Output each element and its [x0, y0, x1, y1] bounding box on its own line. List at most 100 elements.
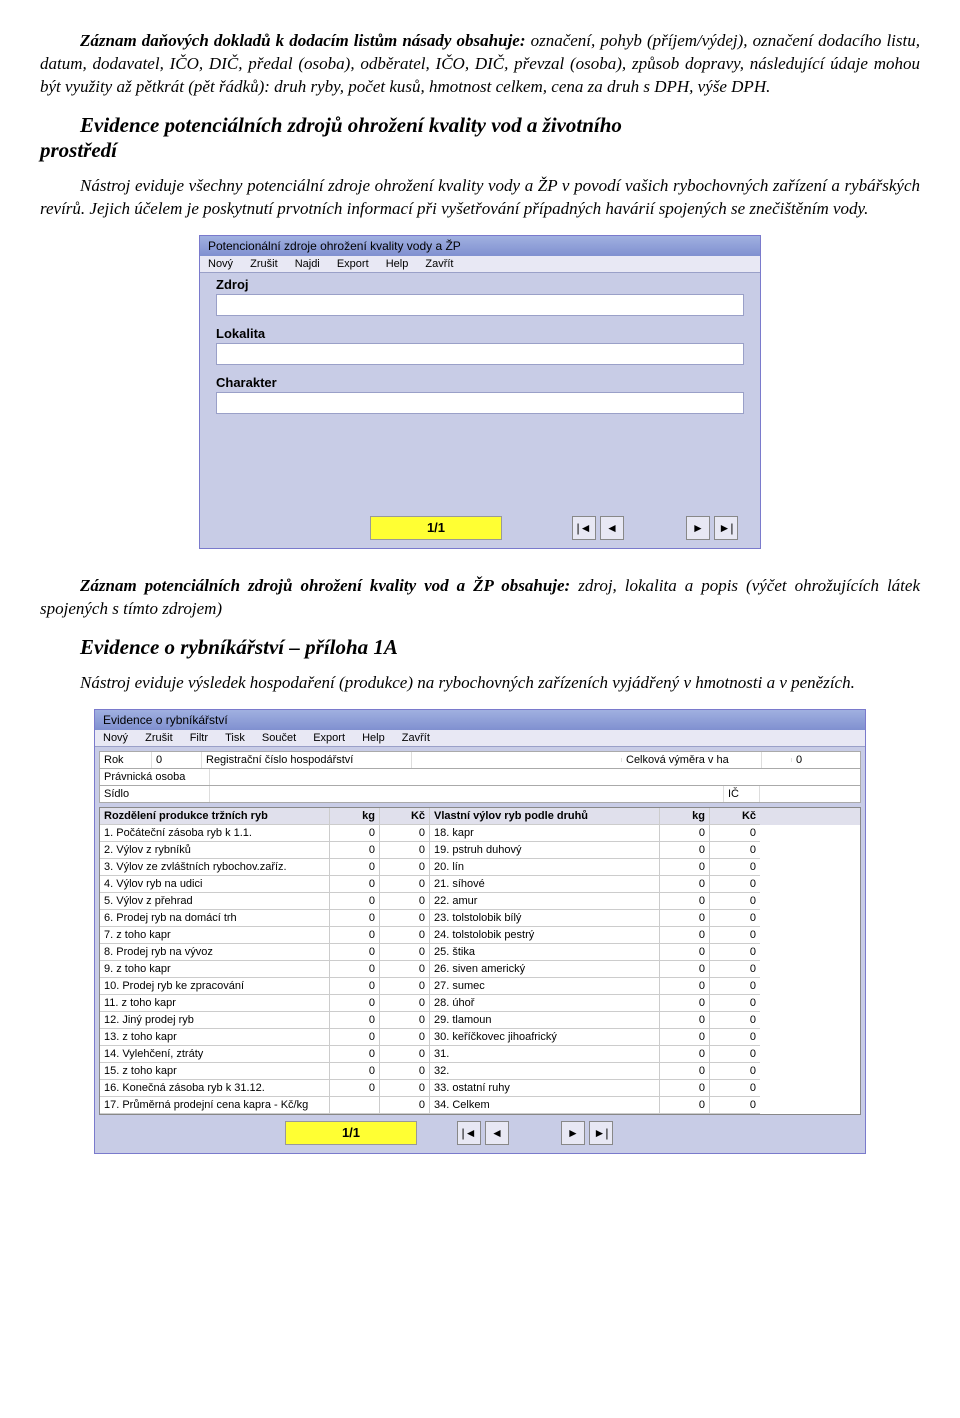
- cell-lkg[interactable]: 0: [330, 859, 380, 876]
- cell-lkc[interactable]: 0: [380, 1063, 430, 1080]
- cell-rkg[interactable]: 0: [660, 978, 710, 995]
- cell-rkc[interactable]: 0: [710, 1012, 760, 1029]
- nav2-next-icon[interactable]: ►: [561, 1121, 585, 1145]
- input-charakter[interactable]: [216, 392, 744, 414]
- cell-rkg[interactable]: 0: [660, 944, 710, 961]
- cell-rkc[interactable]: 0: [710, 1063, 760, 1080]
- nav2-first-icon[interactable]: |◄: [457, 1121, 481, 1145]
- menu2-soucet[interactable]: Součet: [258, 732, 306, 744]
- nav-prev-icon[interactable]: ◄: [600, 516, 624, 540]
- cell-rkc[interactable]: 0: [710, 910, 760, 927]
- cell-lkg[interactable]: 0: [330, 1046, 380, 1063]
- menu-help[interactable]: Help: [382, 258, 419, 270]
- cell-rkc[interactable]: 0: [710, 995, 760, 1012]
- menu-novy[interactable]: Nový: [204, 258, 243, 270]
- val-pravnicka[interactable]: [210, 769, 860, 785]
- nav-last-icon[interactable]: ►|: [714, 516, 738, 540]
- cell-rkc[interactable]: 0: [710, 1080, 760, 1097]
- cell-lkc[interactable]: 0: [380, 961, 430, 978]
- cell-rkc[interactable]: 0: [710, 944, 760, 961]
- nav2-last-icon[interactable]: ►|: [589, 1121, 613, 1145]
- cell-rkg[interactable]: 0: [660, 1080, 710, 1097]
- cell-lkg[interactable]: 0: [330, 927, 380, 944]
- cell-lkg[interactable]: 0: [330, 825, 380, 842]
- cell-rkc[interactable]: 0: [710, 893, 760, 910]
- cell-lkg[interactable]: 0: [330, 978, 380, 995]
- cell-rkg[interactable]: 0: [660, 1046, 710, 1063]
- menu-export[interactable]: Export: [333, 258, 379, 270]
- input-zdroj[interactable]: [216, 294, 744, 316]
- cell-rkc[interactable]: 0: [710, 927, 760, 944]
- cell-rkg[interactable]: 0: [660, 1012, 710, 1029]
- val-sidlo[interactable]: [210, 786, 724, 802]
- menu2-novy[interactable]: Nový: [99, 732, 138, 744]
- menu-najdi[interactable]: Najdi: [291, 258, 330, 270]
- val-vymera[interactable]: 0: [792, 752, 870, 768]
- cell-rkc[interactable]: 0: [710, 961, 760, 978]
- label-charakter: Charakter: [200, 371, 760, 390]
- cell-rkc[interactable]: 0: [710, 1029, 760, 1046]
- cell-rkg[interactable]: 0: [660, 995, 710, 1012]
- cell-lkc[interactable]: 0: [380, 1012, 430, 1029]
- cell-rkg[interactable]: 0: [660, 876, 710, 893]
- val-ic[interactable]: [760, 786, 860, 802]
- cell-rkg[interactable]: 0: [660, 910, 710, 927]
- cell-lkc[interactable]: 0: [380, 825, 430, 842]
- cell-lkg[interactable]: 0: [330, 944, 380, 961]
- cell-lkc[interactable]: 0: [380, 1046, 430, 1063]
- cell-lkc[interactable]: 0: [380, 859, 430, 876]
- menu-zavrit[interactable]: Zavřít: [421, 258, 463, 270]
- cell-lkg[interactable]: 0: [330, 1063, 380, 1080]
- cell-rkg[interactable]: 0: [660, 842, 710, 859]
- cell-lkc[interactable]: 0: [380, 1097, 430, 1114]
- cell-lkc[interactable]: 0: [380, 910, 430, 927]
- cell-lkg[interactable]: 0: [330, 1012, 380, 1029]
- nav-next-icon[interactable]: ►: [686, 516, 710, 540]
- cell-lkc[interactable]: 0: [380, 1080, 430, 1097]
- cell-lkg[interactable]: 0: [330, 842, 380, 859]
- cell-rkg[interactable]: 0: [660, 927, 710, 944]
- val-rok[interactable]: 0: [152, 752, 202, 768]
- cell-rkg[interactable]: 0: [660, 825, 710, 842]
- menu2-export[interactable]: Export: [309, 732, 355, 744]
- cell-lkc[interactable]: 0: [380, 978, 430, 995]
- cell-lkc[interactable]: 0: [380, 876, 430, 893]
- menu2-zrusit[interactable]: Zrušit: [141, 732, 183, 744]
- cell-lkg[interactable]: 0: [330, 893, 380, 910]
- menu-zrusit[interactable]: Zrušit: [246, 258, 288, 270]
- cell-lkg[interactable]: 0: [330, 961, 380, 978]
- cell-lkg[interactable]: 0: [330, 1080, 380, 1097]
- cell-lkg[interactable]: [330, 1097, 380, 1114]
- menu2-filtr[interactable]: Filtr: [186, 732, 218, 744]
- cell-rkg[interactable]: 0: [660, 859, 710, 876]
- cell-rkc[interactable]: 0: [710, 1097, 760, 1114]
- cell-rkg[interactable]: 0: [660, 1097, 710, 1114]
- nav-first-icon[interactable]: |◄: [572, 516, 596, 540]
- cell-lkc[interactable]: 0: [380, 995, 430, 1012]
- cell-rkg[interactable]: 0: [660, 1063, 710, 1080]
- cell-rkc[interactable]: 0: [710, 842, 760, 859]
- cell-lkc[interactable]: 0: [380, 842, 430, 859]
- cell-rkg[interactable]: 0: [660, 893, 710, 910]
- cell-lkg[interactable]: 0: [330, 910, 380, 927]
- cell-rkg[interactable]: 0: [660, 961, 710, 978]
- val-reg[interactable]: [412, 758, 622, 762]
- cell-lkc[interactable]: 0: [380, 1029, 430, 1046]
- menu2-zavrit[interactable]: Zavřít: [398, 732, 440, 744]
- cell-lkg[interactable]: 0: [330, 995, 380, 1012]
- cell-rkc[interactable]: 0: [710, 825, 760, 842]
- cell-rkc[interactable]: 0: [710, 859, 760, 876]
- cell-lkc[interactable]: 0: [380, 927, 430, 944]
- nav2-prev-icon[interactable]: ◄: [485, 1121, 509, 1145]
- cell-rkg[interactable]: 0: [660, 1029, 710, 1046]
- cell-rkc[interactable]: 0: [710, 876, 760, 893]
- cell-lkc[interactable]: 0: [380, 944, 430, 961]
- cell-lkc[interactable]: 0: [380, 893, 430, 910]
- input-lokalita[interactable]: [216, 343, 744, 365]
- cell-rkc[interactable]: 0: [710, 978, 760, 995]
- cell-lkg[interactable]: 0: [330, 1029, 380, 1046]
- menu2-help[interactable]: Help: [358, 732, 395, 744]
- cell-lkg[interactable]: 0: [330, 876, 380, 893]
- cell-rkc[interactable]: 0: [710, 1046, 760, 1063]
- menu2-tisk[interactable]: Tisk: [221, 732, 255, 744]
